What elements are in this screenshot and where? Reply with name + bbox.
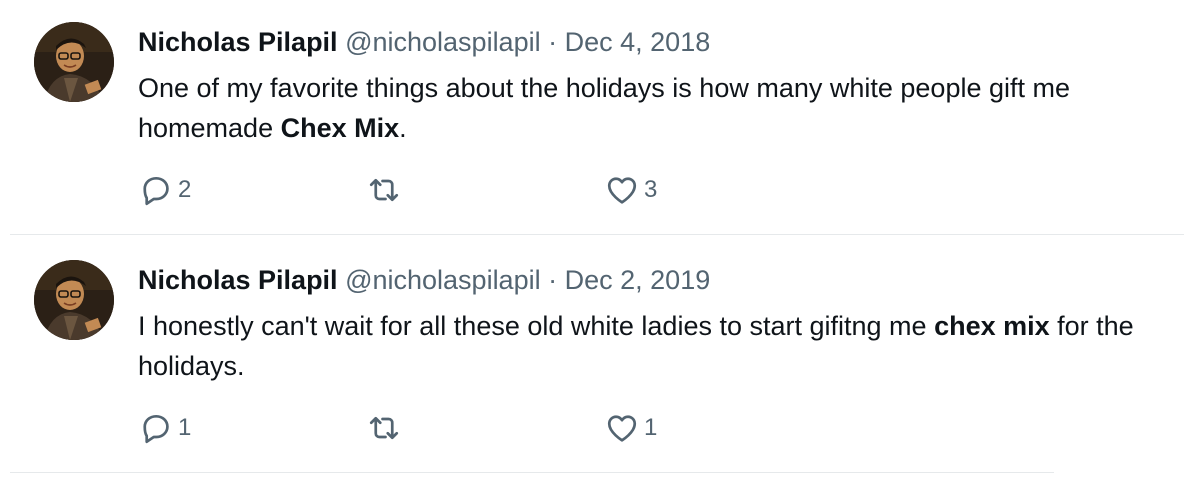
reply-icon [138,172,174,208]
retweet-button[interactable] [366,408,402,448]
retweet-icon [366,410,402,446]
tweet-text: One of my favorite things about the holi… [138,68,1178,148]
tweet-text-bold: Chex Mix [280,113,400,143]
tweet-text-part: . [399,113,407,143]
like-count: 1 [644,414,658,441]
heart-icon [604,410,640,446]
avatar-image [34,260,114,340]
tweet-text-bold: chex mix [934,311,1050,341]
reply-button[interactable]: 2 [138,170,191,210]
reply-icon [138,410,174,446]
tweet-text-part: I honestly can't wait for all these old … [138,311,935,341]
retweet-icon [366,172,402,208]
retweet-button[interactable] [366,170,402,210]
author-handle[interactable]: @nicholaspilapil [345,265,541,295]
divider [10,234,1184,235]
like-count: 3 [644,176,658,203]
author-handle[interactable]: @nicholaspilapil [345,27,541,57]
like-button[interactable]: 3 [604,170,657,210]
tweet-header: Nicholas Pilapil @nicholaspilapil · Dec … [138,24,710,60]
heart-icon [604,172,640,208]
avatar[interactable] [34,260,114,340]
tweet[interactable]: Nicholas Pilapil @nicholaspilapil · Dec … [0,238,1198,476]
reply-button[interactable]: 1 [138,408,191,448]
tweet-actions: 1 1 [138,408,738,448]
tweet-actions: 2 3 [138,170,738,210]
author-name[interactable]: Nicholas Pilapil [138,27,338,57]
avatar-image [34,22,114,102]
tweet-text-part: One of my favorite things about the holi… [138,73,1071,143]
tweet[interactable]: Nicholas Pilapil @nicholaspilapil · Dec … [0,0,1198,238]
tweet-date[interactable]: Dec 2, 2019 [565,265,711,295]
like-button[interactable]: 1 [604,408,657,448]
divider [10,472,1054,473]
reply-count: 1 [178,414,192,441]
separator-dot: · [548,265,558,295]
tweet-date[interactable]: Dec 4, 2018 [565,27,711,57]
separator-dot: · [548,27,558,57]
tweet-text: I honestly can't wait for all these old … [138,306,1178,386]
tweet-header: Nicholas Pilapil @nicholaspilapil · Dec … [138,262,710,298]
reply-count: 2 [178,176,192,203]
author-name[interactable]: Nicholas Pilapil [138,265,338,295]
avatar[interactable] [34,22,114,102]
